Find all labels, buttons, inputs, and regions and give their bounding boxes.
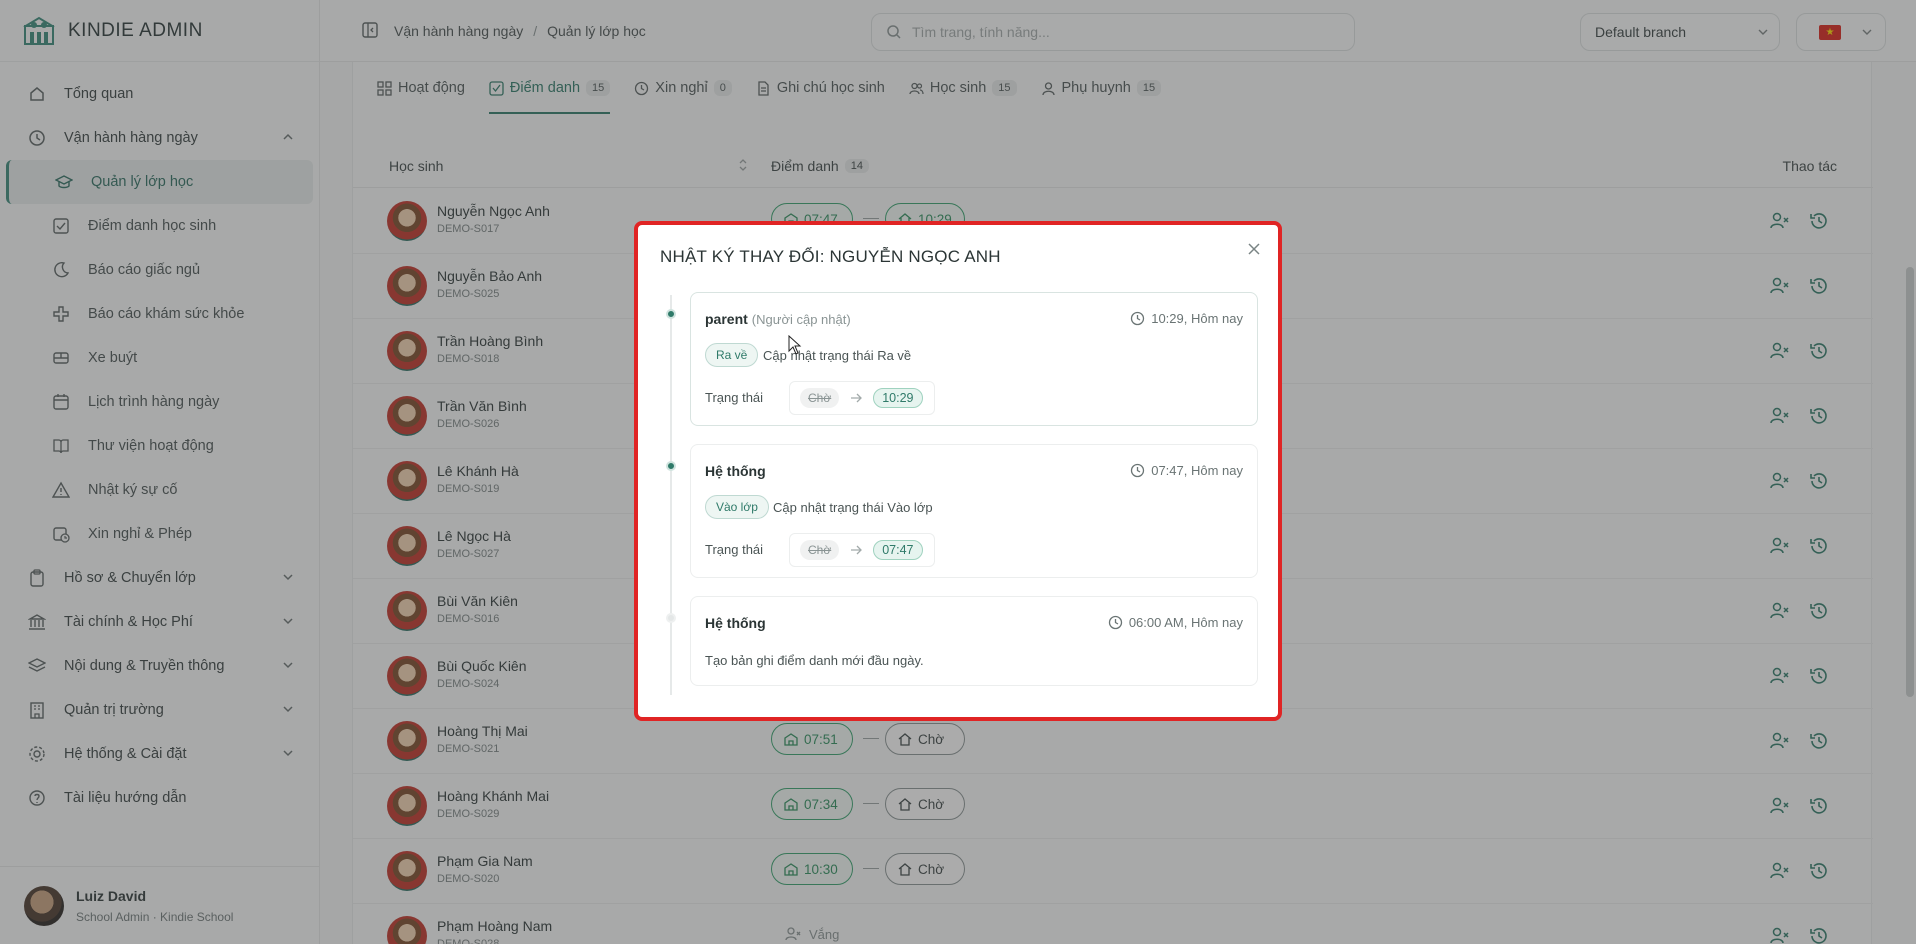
new-status: 07:47 (873, 540, 923, 560)
log-time: 10:29, Hôm nay (1130, 311, 1243, 326)
log-status-label: Trạng thái (705, 542, 764, 557)
log-status-label: Trạng thái (705, 390, 764, 405)
log-time-text: 07:47, Hôm nay (1151, 463, 1243, 478)
log-author: Hệ thống (705, 463, 766, 479)
log-tag: Vào lớp (705, 495, 769, 519)
close-icon[interactable] (1246, 241, 1262, 257)
log-entry: Hệ thống 06:00 AM, Hôm nay Tạo bản ghi đ… (690, 596, 1258, 686)
change-log-modal: NHẬT KÝ THAY ĐỔI: NGUYỄN NGỌC ANH parent… (634, 221, 1282, 721)
timeline-dot (666, 309, 676, 319)
arrow-right-icon (851, 393, 863, 403)
log-description: Cập nhật trạng thái Ra về (763, 348, 912, 363)
log-author-name: Hệ thống (705, 615, 766, 631)
log-time: 06:00 AM, Hôm nay (1108, 615, 1243, 630)
log-author-name: parent (705, 311, 748, 327)
clock-icon (1108, 615, 1122, 630)
log-time-text: 06:00 AM, Hôm nay (1128, 615, 1243, 630)
old-status: Chờ (800, 388, 840, 408)
clock-icon (1131, 311, 1145, 326)
old-status: Chờ (800, 540, 840, 560)
log-time: 07:47, Hôm nay (1130, 463, 1243, 478)
log-author: parent (Người cập nhật) (705, 311, 851, 327)
log-tag: Ra về (705, 343, 759, 367)
mouse-cursor-icon (788, 335, 802, 355)
timeline-dot (666, 461, 676, 471)
modal-title: NHẬT KÝ THAY ĐỔI: NGUYỄN NGỌC ANH (660, 247, 1001, 266)
log-status-change: Chờ 07:47 (789, 533, 935, 567)
log-entry: parent (Người cập nhật) 10:29, Hôm nay Ra… (690, 292, 1258, 426)
log-description: Tạo bản ghi điểm danh mới đầu ngày. (705, 653, 924, 668)
log-author-name: Hệ thống (705, 463, 766, 479)
log-description: Cập nhật trạng thái Vào lớp (773, 500, 933, 515)
log-time-text: 10:29, Hôm nay (1151, 311, 1243, 326)
log-author: Hệ thống (705, 615, 766, 631)
log-author-note: (Người cập nhật) (751, 312, 851, 327)
log-entry: Hệ thống 07:47, Hôm nay Vào lớp Cập nhật… (690, 444, 1258, 578)
clock-icon (1131, 463, 1145, 478)
timeline-dot (666, 613, 676, 623)
new-status: 10:29 (873, 388, 923, 408)
log-status-change: Chờ 10:29 (789, 381, 935, 415)
arrow-right-icon (851, 545, 863, 555)
timeline-line (670, 295, 672, 695)
